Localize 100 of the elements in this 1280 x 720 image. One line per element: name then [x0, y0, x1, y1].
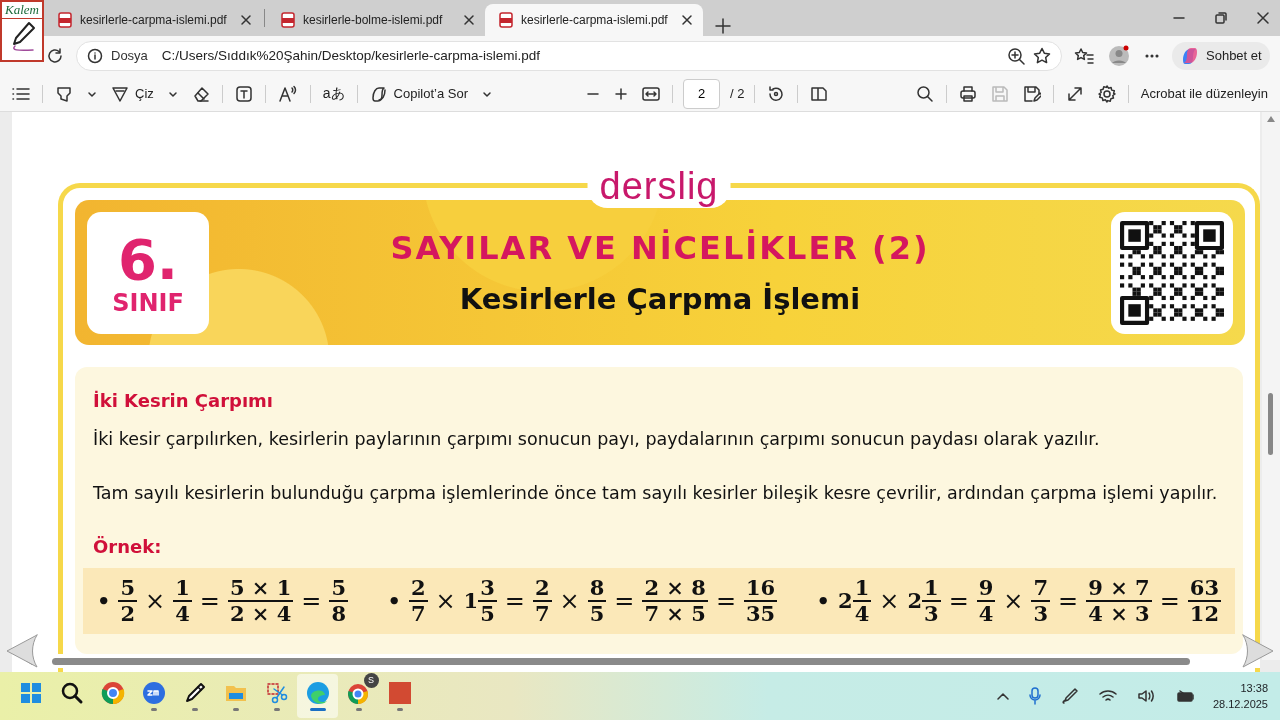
fit-width-icon[interactable]: [642, 86, 660, 101]
operator-sign: =: [614, 585, 635, 617]
previous-page-icon[interactable]: [6, 634, 38, 668]
copilot-chat-button[interactable]: Sohbet et: [1172, 42, 1270, 70]
grade-number: 6.: [117, 229, 179, 290]
browser-tab[interactable]: kesirlerle-carpma-islemi.pdf: [44, 4, 262, 36]
address-bar[interactable]: Dosya C:/Users/Sıddık%20Şahin/Desktop/kesirlerle-carpma-islemi.pdf: [76, 41, 1062, 71]
favorites-icon[interactable]: [1074, 47, 1094, 65]
translate-button[interactable]: aあ: [320, 81, 347, 106]
fraction-denominator: 7: [534, 601, 550, 626]
taskbar-app[interactable]: S: [338, 674, 379, 718]
read-aloud-icon[interactable]: [277, 84, 298, 103]
clock-time[interactable]: 13:38: [1240, 680, 1268, 696]
search-icon: [59, 681, 84, 705]
fraction-denominator: 7 × 5: [644, 601, 706, 626]
fraction-numerator: 16: [744, 575, 778, 602]
chrome-icon: [100, 681, 125, 705]
operator-sign: ×: [879, 585, 900, 617]
snip-icon: [264, 681, 289, 705]
copilot-ask-button[interactable]: Copilot’a Sor: [367, 81, 470, 106]
fraction-denominator: 3: [924, 601, 939, 626]
operator-sign: =: [504, 585, 525, 617]
fraction-denominator: 4 × 3: [1088, 601, 1150, 626]
acrobat-edit-button[interactable]: Acrobat ile düzenleyin: [1138, 81, 1270, 106]
close-icon[interactable]: [681, 14, 693, 26]
fraction-numerator: 9 × 7: [1086, 575, 1152, 602]
fullscreen-icon[interactable]: [1065, 84, 1084, 103]
battery-icon[interactable]: [1174, 689, 1195, 703]
banner-subtitle: Kesirlerle Çarpma İşlemi: [459, 280, 861, 318]
page-number-field[interactable]: 2: [683, 78, 720, 109]
copilot-icon: [1180, 46, 1200, 66]
fraction-numerator: 2: [532, 575, 552, 602]
profile-icon[interactable]: [1108, 45, 1130, 67]
whole-number: 2: [907, 586, 922, 615]
fraction-numerator: 1: [173, 575, 192, 602]
whole-number: 2: [838, 586, 853, 615]
fraction-numerator: 1: [852, 575, 872, 602]
search-icon[interactable]: [915, 84, 934, 103]
scrollbar-thumb[interactable]: [1268, 393, 1273, 455]
fraction-numerator: 2 × 8: [642, 575, 708, 602]
draw-button[interactable]: Çiz: [109, 81, 156, 106]
settings-icon[interactable]: [1097, 84, 1116, 103]
operator-sign: =: [1058, 585, 1079, 617]
pen-tip-icon: [111, 84, 129, 103]
fraction-numerator: 7: [1031, 575, 1051, 602]
pdf-file-icon: [281, 12, 295, 28]
new-tab-icon[interactable]: [715, 18, 731, 34]
browser-tab[interactable]: kesirlerle-bolme-islemi.pdf: [267, 4, 485, 36]
close-icon[interactable]: [240, 14, 252, 26]
close-icon[interactable]: [1256, 11, 1270, 25]
operator-sign: ×: [145, 585, 166, 617]
operator-sign: =: [301, 585, 322, 617]
zoom-in-icon[interactable]: [1007, 47, 1025, 65]
fraction-numerator: 5: [329, 575, 349, 602]
text-box-icon[interactable]: [234, 84, 253, 103]
close-icon[interactable]: [463, 14, 475, 26]
scroll-up-icon[interactable]: [1267, 116, 1275, 122]
wifi-icon[interactable]: [1098, 689, 1117, 703]
edge-icon: [305, 681, 330, 705]
pen-icon[interactable]: [1060, 687, 1079, 705]
eraser-icon[interactable]: [191, 84, 210, 103]
restore-icon[interactable]: [1214, 11, 1228, 25]
fraction-denominator: 2 × 4: [229, 601, 292, 626]
pdf-file-icon: [499, 12, 513, 28]
highlighter-icon[interactable]: [55, 84, 73, 103]
refresh-icon[interactable]: [46, 47, 64, 65]
zoom-in-icon[interactable]: [614, 86, 628, 101]
chrome-profile-icon: [346, 681, 371, 705]
next-page-icon[interactable]: [1242, 634, 1274, 668]
operator-sign: =: [1159, 585, 1180, 617]
rotate-icon[interactable]: [767, 84, 786, 103]
page-view-icon[interactable]: [810, 85, 829, 102]
example-label: Örnek:: [93, 534, 163, 559]
app-label: Kalem: [2, 2, 42, 19]
microphone-icon[interactable]: [1028, 687, 1041, 705]
bullet-mark: •: [97, 586, 111, 615]
star-icon[interactable]: [1033, 47, 1051, 65]
section-heading: İki Kesrin Çarpımı: [93, 389, 274, 413]
start-icon: [18, 681, 43, 705]
clock-date[interactable]: 28.12.2025: [1212, 696, 1268, 712]
list-icon[interactable]: [12, 86, 30, 101]
kalem-widget[interactable]: Kalem: [0, 0, 44, 62]
fraction-numerator: 2: [408, 575, 428, 602]
chevron-up-icon[interactable]: [996, 692, 1009, 700]
operator-sign: =: [199, 585, 220, 617]
print-icon[interactable]: [958, 84, 977, 103]
save-as-icon[interactable]: [1022, 84, 1041, 103]
fraction-numerator: 1: [922, 575, 941, 602]
paragraph: Tam sayılı kesirlerin bulunduğu çarpma işlemlerinde önce tam sayılı kesirler bileşik kesre çevrilir, ardından çarpma işlemi yapılır.: [93, 482, 1219, 506]
operator-sign: =: [715, 585, 736, 617]
scrollbar-thumb[interactable]: [52, 658, 1190, 665]
fraction-numerator: 3: [478, 575, 497, 602]
volume-icon[interactable]: [1136, 689, 1155, 703]
fraction-denominator: 4: [978, 601, 994, 626]
fraction-denominator: 4: [175, 601, 190, 626]
info-icon: [87, 48, 103, 64]
fraction-denominator: 35: [746, 601, 776, 626]
browser-tab[interactable]: kesirlerle-carpma-islemi.pdf: [485, 4, 703, 36]
banner-title: SAYILAR VE NİCELİKLER (2): [390, 227, 930, 269]
operator-sign: =: [948, 585, 969, 617]
